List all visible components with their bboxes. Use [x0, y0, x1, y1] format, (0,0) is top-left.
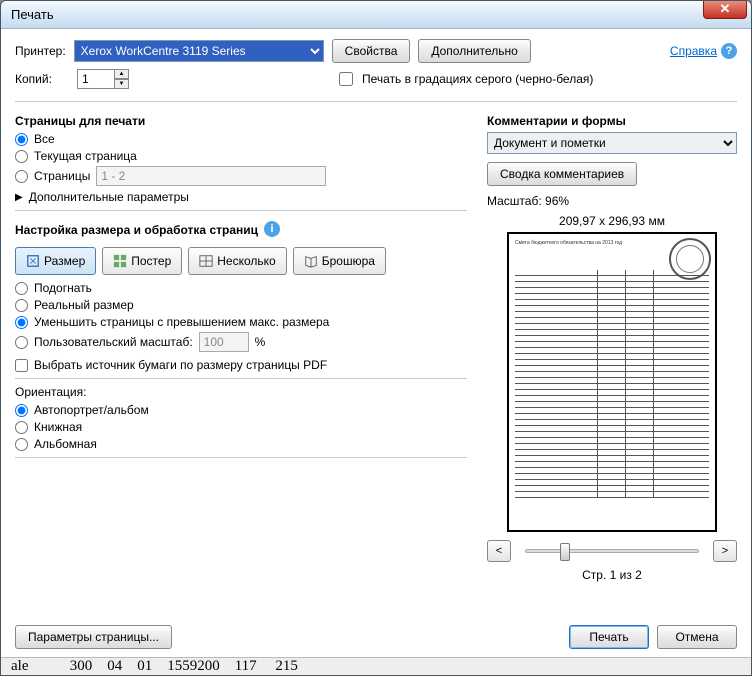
advanced-button[interactable]: Дополнительно [418, 39, 530, 63]
page-setup-button[interactable]: Параметры страницы... [15, 625, 172, 649]
page-indicator: Стр. 1 из 2 [487, 568, 737, 582]
orient-portrait-label: Книжная [34, 420, 82, 434]
multiple-tab[interactable]: Несколько [188, 247, 286, 275]
pages-current-radio[interactable] [15, 150, 28, 163]
pages-more-toggle[interactable]: ▶ Дополнительные параметры [15, 190, 467, 204]
copies-up[interactable]: ▲ [115, 69, 129, 79]
copies-down[interactable]: ▼ [115, 79, 129, 89]
actual-label: Реальный размер [34, 298, 134, 312]
custom-scale-input [199, 332, 249, 352]
sizing-group-title: Настройка размера и обработка страниц [15, 223, 258, 237]
printer-select[interactable]: Xerox WorkCentre 3119 Series [74, 40, 324, 62]
pages-range-radio[interactable] [15, 170, 28, 183]
booklet-icon [304, 254, 318, 268]
shrink-label: Уменьшить страницы с превышением макс. р… [34, 315, 329, 329]
grayscale-label: Печать в градациях серого (черно-белая) [362, 72, 593, 86]
pages-more-label: Дополнительные параметры [29, 190, 189, 204]
custom-label: Пользовательский масштаб: [34, 335, 193, 349]
comments-title: Комментарии и формы [487, 114, 737, 128]
slider-thumb[interactable] [560, 543, 570, 561]
fit-radio[interactable] [15, 282, 28, 295]
print-button[interactable]: Печать [569, 625, 649, 649]
pages-range-label: Страницы [34, 169, 90, 183]
size-icon [26, 254, 40, 268]
cancel-button[interactable]: Отмена [657, 625, 737, 649]
orient-landscape-radio[interactable] [15, 438, 28, 451]
pages-current-label: Текущая страница [34, 149, 137, 163]
scale-label: Масштаб: [487, 194, 542, 208]
orientation-title: Ориентация: [15, 385, 467, 399]
info-icon[interactable]: i [264, 221, 280, 237]
zoom-slider[interactable] [525, 549, 699, 553]
pages-group-title: Страницы для печати [15, 114, 467, 128]
size-tab[interactable]: Размер [15, 247, 96, 275]
titlebar: Печать ✕ [1, 1, 751, 29]
summary-button[interactable]: Сводка комментариев [487, 162, 637, 186]
shrink-radio[interactable] [15, 316, 28, 329]
multiple-icon [199, 254, 213, 268]
booklet-tab[interactable]: Брошюра [293, 247, 386, 275]
close-button[interactable]: ✕ [703, 0, 747, 19]
poster-tab[interactable]: Постер [102, 247, 182, 275]
background-window-text: ale 300 04 01 1559200 117 215 [1, 657, 751, 675]
grayscale-checkbox[interactable] [339, 72, 353, 86]
fit-label: Подогнать [34, 281, 92, 295]
orient-auto-label: Автопортрет/альбом [34, 403, 149, 417]
copies-input[interactable] [77, 69, 115, 89]
source-by-size-label: Выбрать источник бумаги по размеру стран… [34, 358, 327, 372]
pages-all-radio[interactable] [15, 133, 28, 146]
percent-label: % [255, 335, 266, 349]
custom-radio[interactable] [15, 336, 28, 349]
actual-radio[interactable] [15, 299, 28, 312]
chevron-right-icon: ▶ [15, 192, 23, 203]
dimensions-label: 209,97 x 296,93 мм [487, 214, 737, 228]
scale-value: 96% [545, 194, 569, 208]
comments-combo[interactable]: Документ и пометки [487, 132, 737, 154]
copies-label: Копий: [15, 72, 69, 86]
orient-portrait-radio[interactable] [15, 421, 28, 434]
source-by-size-checkbox[interactable] [15, 359, 28, 372]
print-preview: Смета бюджетного обязательства на 2013 г… [507, 232, 717, 532]
help-link[interactable]: Справка ? [670, 43, 737, 59]
window-title: Печать [11, 7, 54, 22]
pages-all-label: Все [34, 132, 55, 146]
printer-label: Принтер: [15, 44, 66, 58]
properties-button[interactable]: Свойства [332, 39, 411, 63]
next-page-button[interactable]: > [713, 540, 737, 562]
copies-spinner[interactable]: ▲ ▼ [77, 69, 129, 89]
pages-range-input [96, 166, 326, 186]
orient-auto-radio[interactable] [15, 404, 28, 417]
orient-landscape-label: Альбомная [34, 437, 97, 451]
prev-page-button[interactable]: < [487, 540, 511, 562]
help-icon: ? [721, 43, 737, 59]
poster-icon [113, 254, 127, 268]
help-text: Справка [670, 44, 717, 58]
